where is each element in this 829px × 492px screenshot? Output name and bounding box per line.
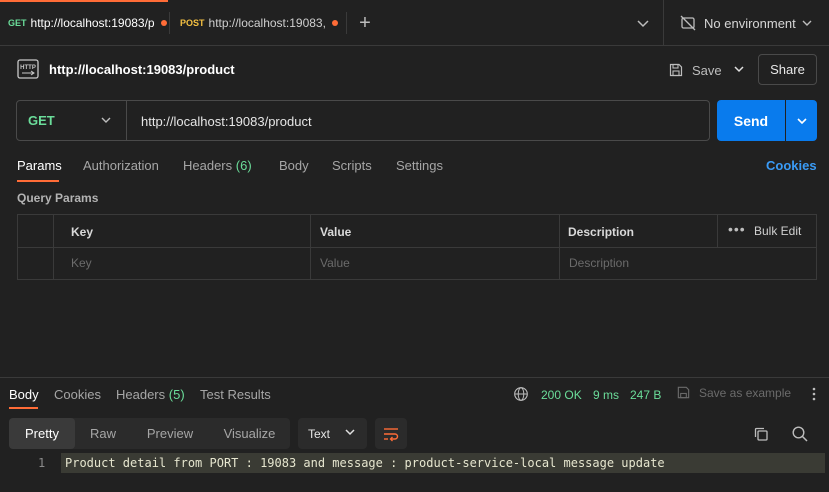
wrap-lines-icon bbox=[384, 427, 399, 441]
response-headers-count: (5) bbox=[168, 387, 185, 402]
param-description-input[interactable]: Description bbox=[569, 256, 629, 270]
word-wrap-button[interactable] bbox=[375, 418, 407, 449]
tab-method-label: POST bbox=[180, 18, 205, 28]
tab-divider bbox=[346, 12, 347, 34]
tab-headers[interactable]: Headers (6) bbox=[183, 158, 252, 173]
column-header-value: Value bbox=[320, 225, 352, 239]
response-divider[interactable] bbox=[0, 377, 829, 378]
response-headers-label: Headers bbox=[116, 387, 166, 402]
response-tab-headers[interactable]: Headers (5) bbox=[116, 387, 185, 402]
bulk-edit-button[interactable]: Bulk Edit bbox=[754, 224, 801, 238]
tab-title: http://localhost:19083, bbox=[208, 16, 326, 30]
view-mode-raw[interactable]: Raw bbox=[75, 418, 131, 449]
column-divider bbox=[717, 215, 718, 247]
tab-scripts[interactable]: Scripts bbox=[332, 158, 372, 173]
more-options-icon[interactable] bbox=[806, 386, 822, 402]
save-icon bbox=[669, 63, 683, 77]
save-as-example-button[interactable]: Save as example bbox=[676, 385, 791, 400]
response-body-text[interactable]: Product detail from PORT : 19083 and mes… bbox=[65, 456, 665, 470]
response-format-select[interactable]: Text bbox=[298, 418, 367, 449]
request-tab-get[interactable]: GET http://localhost:19083/p bbox=[0, 0, 168, 46]
param-value-input[interactable]: Value bbox=[320, 256, 350, 270]
send-options-button[interactable] bbox=[786, 100, 817, 141]
unsaved-indicator bbox=[331, 20, 338, 26]
response-time[interactable]: 9 ms bbox=[593, 388, 619, 402]
environment-selector[interactable]: No environment bbox=[663, 0, 829, 46]
tab-bar: GET http://localhost:19083/p POST http:/… bbox=[0, 0, 829, 46]
active-tab-indicator bbox=[9, 407, 38, 409]
request-tab-post[interactable]: POST http://localhost:19083, bbox=[170, 0, 346, 46]
column-header-key: Key bbox=[71, 225, 94, 239]
send-button[interactable]: Send bbox=[717, 100, 785, 141]
tab-body[interactable]: Body bbox=[279, 158, 309, 173]
copy-icon[interactable] bbox=[752, 425, 770, 443]
unsaved-indicator bbox=[160, 20, 167, 26]
chevron-down-icon bbox=[802, 20, 812, 26]
view-mode-preview[interactable]: Preview bbox=[131, 418, 209, 449]
http-request-icon: HTTP bbox=[17, 59, 39, 79]
headers-count: (6) bbox=[235, 158, 252, 173]
param-key-input[interactable]: Key bbox=[71, 256, 92, 270]
globe-icon[interactable] bbox=[513, 386, 529, 402]
save-button[interactable]: Save bbox=[668, 58, 722, 82]
save-label: Save bbox=[692, 62, 722, 78]
method-selector[interactable]: GET bbox=[17, 101, 127, 140]
chevron-down-icon bbox=[796, 117, 807, 124]
tab-overflow-chevron-icon[interactable] bbox=[633, 13, 653, 33]
url-input[interactable]: http://localhost:19083/product bbox=[141, 114, 312, 129]
response-size[interactable]: 247 B bbox=[630, 388, 661, 402]
tab-headers-label: Headers bbox=[183, 158, 233, 173]
column-header-description: Description bbox=[568, 225, 635, 239]
svg-text:HTTP: HTTP bbox=[20, 65, 36, 71]
response-tab-body[interactable]: Body bbox=[9, 387, 39, 402]
status-code[interactable]: 200 OK bbox=[541, 388, 582, 402]
query-params-table: Key Value Description ••• Bulk Edit Key … bbox=[17, 214, 817, 280]
save-options-chevron-icon[interactable] bbox=[730, 60, 748, 78]
more-options-icon[interactable]: ••• bbox=[728, 221, 746, 237]
search-icon[interactable] bbox=[791, 425, 809, 443]
request-title[interactable]: http://localhost:19083/product bbox=[49, 62, 235, 77]
response-format-label: Text bbox=[308, 426, 331, 441]
row-divider bbox=[18, 247, 816, 248]
save-icon bbox=[677, 386, 690, 399]
active-tab-indicator bbox=[17, 180, 59, 182]
cookies-link[interactable]: Cookies bbox=[766, 158, 817, 173]
tab-authorization[interactable]: Authorization bbox=[83, 158, 159, 173]
tab-method-label: GET bbox=[8, 18, 27, 28]
tab-settings[interactable]: Settings bbox=[396, 158, 443, 173]
new-tab-plus-icon[interactable]: + bbox=[352, 12, 378, 36]
save-as-example-label: Save as example bbox=[699, 385, 792, 400]
method-label: GET bbox=[28, 113, 55, 128]
view-mode-pretty[interactable]: Pretty bbox=[9, 418, 75, 449]
tab-params[interactable]: Params bbox=[17, 158, 62, 173]
environment-label: No environment bbox=[704, 15, 796, 31]
response-tab-test-results[interactable]: Test Results bbox=[200, 387, 271, 402]
view-mode-visualize[interactable]: Visualize bbox=[209, 418, 290, 449]
url-bar: GET http://localhost:19083/product bbox=[16, 100, 710, 141]
no-environment-icon bbox=[680, 15, 696, 31]
chevron-down-icon bbox=[101, 117, 111, 123]
line-number: 1 bbox=[38, 456, 46, 470]
chevron-down-icon bbox=[345, 429, 355, 436]
tab-title: http://localhost:19083/p bbox=[30, 16, 155, 30]
view-mode-segmented-control: Pretty Raw Preview Visualize bbox=[9, 418, 290, 449]
share-button[interactable]: Share bbox=[758, 54, 817, 85]
response-tab-cookies[interactable]: Cookies bbox=[54, 387, 101, 402]
query-params-title: Query Params bbox=[17, 191, 99, 205]
